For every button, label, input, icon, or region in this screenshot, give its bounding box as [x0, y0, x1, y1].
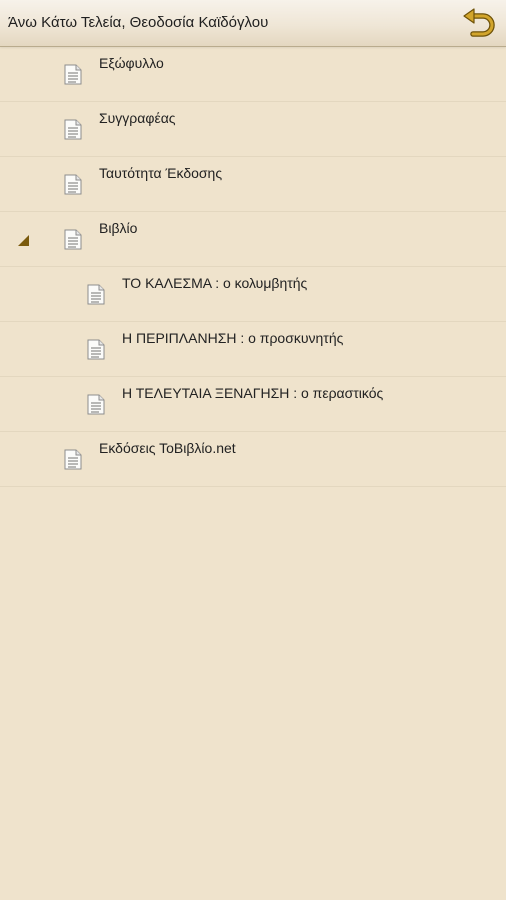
document-icon: [87, 284, 105, 305]
toc-item-cover[interactable]: Εξώφυλλο: [0, 47, 506, 102]
document-icon: [64, 64, 82, 85]
document-icon: [64, 119, 82, 140]
document-icon: [87, 394, 105, 415]
document-icon: [64, 229, 82, 250]
toc-item-author[interactable]: Συγγραφέας: [0, 102, 506, 157]
toc-item-label: Ταυτότητα Έκδοσης: [99, 165, 223, 181]
toc-item-label: Η ΠΕΡΙΠΛΑΝΗΣΗ : ο προσκυνητής: [122, 330, 344, 346]
toc-item-book[interactable]: Βιβλίο: [0, 212, 506, 267]
back-button[interactable]: [462, 8, 496, 40]
app-screen: Άνω Κάτω Τελεία, Θεοδοσία Καϊδόγλου Εξώφ…: [0, 0, 506, 900]
action-bar: Άνω Κάτω Τελεία, Θεοδοσία Καϊδόγλου: [0, 0, 506, 47]
book-title: Άνω Κάτω Τελεία, Θεοδοσία Καϊδόγλου: [8, 14, 269, 31]
toc-item-label: Εκδόσεις ΤοΒιβλίο.net: [99, 440, 236, 456]
toc-item-label: Βιβλίο: [99, 220, 138, 236]
toc-item-publisher[interactable]: Εκδόσεις ΤοΒιβλίο.net: [0, 432, 506, 487]
table-of-contents: Εξώφυλλο Συγγραφέας Ταυτότητα Έκδοσης Βι…: [0, 47, 506, 487]
toc-item-label: Η ΤΕΛΕΥΤΑΙΑ ΞΕΝΑΓΗΣΗ : ο περαστικός: [122, 385, 384, 401]
toc-item-label: ΤΟ ΚΑΛΕΣΜΑ : ο κολυμβητής: [122, 275, 308, 291]
document-icon: [87, 339, 105, 360]
toc-item-label: Εξώφυλλο: [99, 55, 164, 71]
expanded-triangle-icon[interactable]: [18, 235, 29, 246]
back-arrow-icon: [463, 8, 495, 37]
toc-item-edition-info[interactable]: Ταυτότητα Έκδοσης: [0, 157, 506, 212]
toc-item-label: Συγγραφέας: [99, 110, 176, 126]
toc-item-chapter-3[interactable]: Η ΤΕΛΕΥΤΑΙΑ ΞΕΝΑΓΗΣΗ : ο περαστικός: [0, 377, 506, 432]
document-icon: [64, 174, 82, 195]
toc-item-chapter-1[interactable]: ΤΟ ΚΑΛΕΣΜΑ : ο κολυμβητής: [0, 267, 506, 322]
document-icon: [64, 449, 82, 470]
toc-item-chapter-2[interactable]: Η ΠΕΡΙΠΛΑΝΗΣΗ : ο προσκυνητής: [0, 322, 506, 377]
